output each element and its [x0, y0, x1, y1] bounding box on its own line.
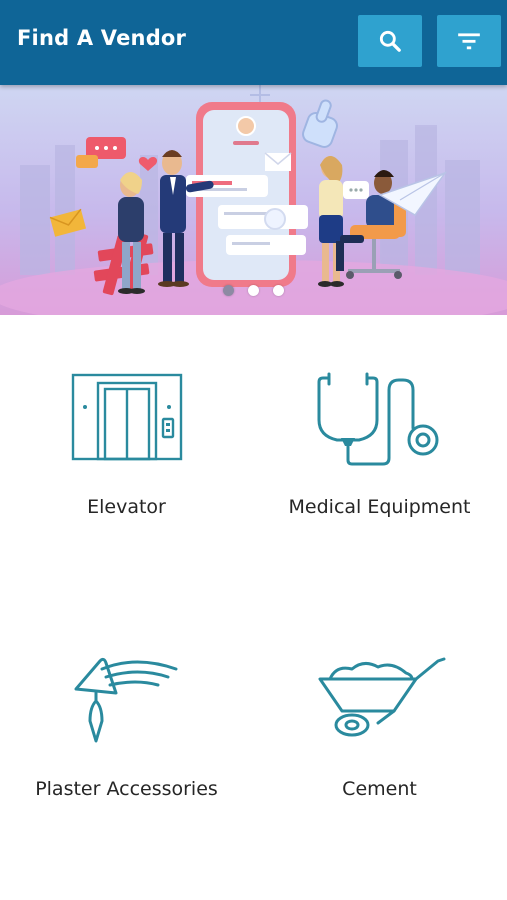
- carousel-indicators: [0, 285, 507, 296]
- banner-carousel[interactable]: [0, 85, 507, 315]
- search-button[interactable]: [358, 15, 422, 67]
- carousel-dot-3[interactable]: [273, 285, 284, 296]
- category-label: Medical Equipment: [288, 496, 471, 518]
- trowel-icon: [74, 657, 177, 743]
- category-medical-equipment[interactable]: Medical Equipment: [253, 315, 506, 595]
- page-title: Find A Vendor: [17, 26, 187, 50]
- filter-icon: [458, 33, 480, 50]
- category-label: Cement: [342, 778, 417, 800]
- app-bar: Find A Vendor: [0, 0, 507, 85]
- carousel-dot-2[interactable]: [248, 285, 259, 296]
- category-elevator[interactable]: Elevator: [0, 315, 253, 595]
- filter-button[interactable]: [437, 15, 501, 67]
- category-plaster-accessories[interactable]: Plaster Accessories: [0, 597, 253, 877]
- carousel-dot-1[interactable]: [223, 285, 234, 296]
- people-chatting-illustration: [0, 85, 507, 315]
- category-label: Plaster Accessories: [35, 778, 218, 800]
- wheelbarrow-icon: [318, 657, 445, 737]
- category-label: Elevator: [87, 496, 166, 518]
- search-icon: [379, 30, 401, 52]
- category-grid: Elevator Medical Equipment Plaster Acces…: [0, 315, 507, 900]
- elevator-icon: [71, 373, 182, 461]
- stethoscope-icon: [317, 372, 438, 466]
- category-cement[interactable]: Cement: [253, 597, 506, 877]
